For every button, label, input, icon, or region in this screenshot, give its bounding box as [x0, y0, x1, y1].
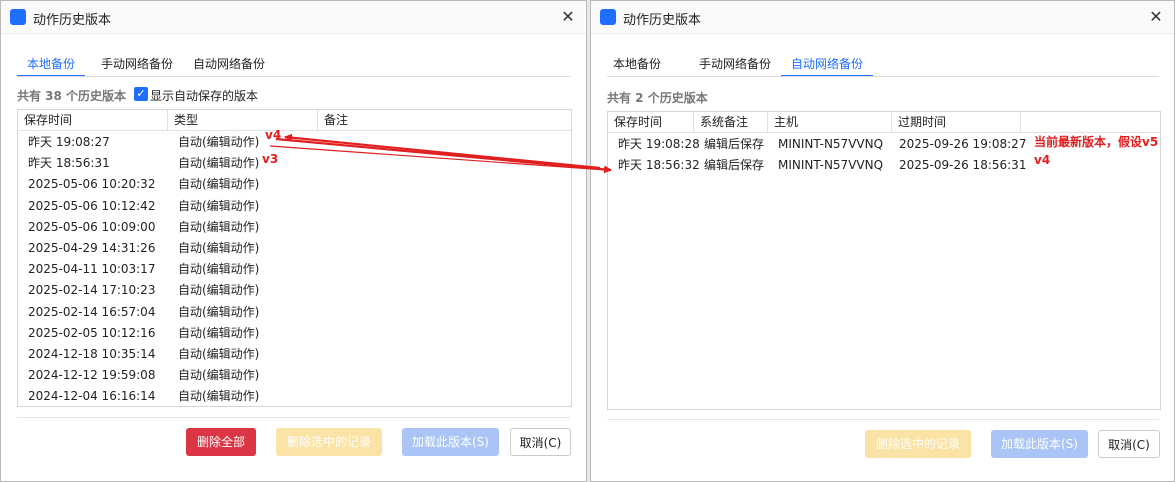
- load-version-button[interactable]: 加载此版本(S): [991, 430, 1088, 458]
- annotation-latest-right: 当前最新版本，假设v5: [1034, 135, 1159, 149]
- cell-save-time: 昨天 19:08:27: [28, 135, 110, 149]
- app-icon: [10, 9, 26, 25]
- cell-save-time: 2025-05-06 10:20:32: [28, 177, 156, 192]
- annotation-v4-right: v4: [1034, 153, 1051, 167]
- table-row[interactable]: 2024-12-12 19:59:08 自动(编辑动作): [18, 365, 571, 386]
- cell-type: 自动(编辑动作): [178, 304, 260, 319]
- cell-host: MININT-N57VVNQ: [778, 158, 884, 172]
- annotation-v4-left: v4: [265, 128, 282, 142]
- cell-save-time: 2025-02-14 16:57:04: [28, 304, 156, 319]
- cell-save-time: 2025-04-29 14:31:26: [28, 241, 156, 255]
- load-version-button[interactable]: 加载此版本(S): [402, 428, 499, 456]
- cell-save-time: 2024-12-04 16:16:14: [28, 389, 156, 404]
- tab-manual-network-backup[interactable]: 手动网络备份: [91, 53, 183, 75]
- table-row[interactable]: 昨天 18:56:32 编辑后保存 MININT-N57VVNQ 2025-09-26…: [608, 155, 1160, 176]
- cell-expire-time: 2025-09-26 18:56:31: [899, 158, 1027, 172]
- cell-type: 自动(编辑动作): [178, 177, 260, 192]
- close-icon[interactable]: ✕: [558, 7, 578, 27]
- cell-type: 自动(编辑动作): [178, 156, 260, 171]
- table-row[interactable]: 2024-12-04 16:16:14 自动(编辑动作): [18, 386, 571, 406]
- cell-save-time: 2025-02-05 10:12:16: [28, 325, 156, 340]
- cell-type: 自动(编辑动作): [178, 347, 260, 361]
- col-empty: [1021, 112, 1160, 132]
- table-row[interactable]: 2025-04-11 10:03:17 自动(编辑动作): [18, 259, 571, 280]
- col-host[interactable]: 主机: [768, 112, 892, 132]
- cell-system-note: 编辑后保存: [704, 158, 765, 172]
- cell-expire-time: 2025-09-26 19:08:27: [899, 137, 1027, 151]
- cell-type: 自动(编辑动作): [178, 241, 260, 255]
- cancel-button[interactable]: 取消(C): [1098, 430, 1160, 458]
- close-icon[interactable]: ✕: [1146, 7, 1166, 27]
- table-header: 保存时间 类型 备注: [18, 110, 571, 131]
- title-bar[interactable]: 动作历史版本 ✕: [1, 1, 586, 34]
- history-dialog-local: 动作历史版本 ✕ 本地备份 手动网络备份 自动网络备份 共有 38 个历史版本 …: [0, 0, 587, 482]
- footer-divider: [607, 419, 1159, 420]
- delete-selected-button[interactable]: 删除选中的记录: [865, 430, 971, 458]
- title-bar[interactable]: 动作历史版本 ✕: [591, 1, 1174, 34]
- table-row[interactable]: 2025-05-06 10:12:42 自动(编辑动作): [18, 196, 571, 217]
- col-save-time[interactable]: 保存时间: [608, 112, 694, 132]
- footer-divider: [17, 417, 570, 418]
- cancel-button[interactable]: 取消(C): [510, 428, 571, 456]
- cell-type: 自动(编辑动作): [178, 219, 260, 234]
- cell-save-time: 2025-05-06 10:12:42: [28, 198, 156, 213]
- col-expire-time[interactable]: 过期时间: [892, 112, 1021, 132]
- table-row[interactable]: 2025-04-29 14:31:26 自动(编辑动作): [18, 238, 571, 259]
- cell-type: 自动(编辑动作): [178, 389, 260, 404]
- table-row[interactable]: 昨天 19:08:27 自动(编辑动作): [18, 132, 571, 153]
- tab-bar: 本地备份 手动网络备份 自动网络备份: [17, 53, 577, 77]
- version-count: 共有 2 个历史版本: [607, 91, 708, 105]
- tab-local-backup[interactable]: 本地备份: [607, 53, 667, 75]
- version-count: 共有 38 个历史版本: [17, 89, 127, 103]
- cell-save-time: 昨天 18:56:31: [28, 156, 110, 171]
- cell-type: 自动(编辑动作): [178, 325, 260, 340]
- table-row[interactable]: 2025-02-14 17:10:23 自动(编辑动作): [18, 280, 571, 301]
- col-note[interactable]: 备注: [318, 110, 571, 130]
- delete-all-button[interactable]: 删除全部: [186, 428, 256, 456]
- dialog-title: 动作历史版本: [623, 13, 702, 28]
- delete-selected-button[interactable]: 删除选中的记录: [276, 428, 382, 456]
- table-row[interactable]: 2025-05-06 10:20:32 自动(编辑动作): [18, 174, 571, 195]
- table-row[interactable]: 2025-02-05 10:12:16 自动(编辑动作): [18, 323, 571, 344]
- tab-divider: [17, 76, 571, 77]
- cell-save-time: 2024-12-12 19:59:08: [28, 368, 156, 383]
- cell-save-time: 2025-05-06 10:09:00: [28, 219, 156, 234]
- tab-bar: 本地备份 手动网络备份 自动网络备份: [607, 53, 1167, 77]
- cell-save-time: 昨天 18:56:32: [618, 158, 700, 172]
- cell-system-note: 编辑后保存: [704, 137, 765, 151]
- show-autosave-label: 显示自动保存的版本: [150, 89, 259, 103]
- cell-type: 自动(编辑动作): [178, 283, 260, 298]
- cell-type: 自动(编辑动作): [178, 198, 260, 213]
- col-save-time[interactable]: 保存时间: [18, 110, 168, 130]
- tab-manual-network-backup[interactable]: 手动网络备份: [689, 53, 781, 75]
- tab-local-backup[interactable]: 本地备份: [17, 53, 85, 77]
- tab-divider: [607, 76, 1159, 77]
- cell-save-time: 2025-02-14 17:10:23: [28, 283, 156, 298]
- cell-save-time: 2024-12-18 10:35:14: [28, 347, 156, 361]
- version-table: 保存时间 系统备注 主机 过期时间 昨天 19:08:28 编辑后保存 MININT…: [607, 111, 1161, 410]
- cell-host: MININT-N57VVNQ: [778, 137, 884, 151]
- table-header: 保存时间 系统备注 主机 过期时间: [608, 112, 1160, 133]
- col-type[interactable]: 类型: [168, 110, 318, 130]
- cell-type: 自动(编辑动作): [178, 135, 260, 149]
- col-system-note[interactable]: 系统备注: [694, 112, 768, 132]
- history-dialog-auto-network: 动作历史版本 ✕ 本地备份 手动网络备份 自动网络备份 共有 2 个历史版本 保…: [590, 0, 1175, 482]
- tab-auto-network-backup[interactable]: 自动网络备份: [183, 53, 275, 75]
- cell-save-time: 2025-04-11 10:03:17: [28, 262, 156, 277]
- table-row[interactable]: 昨天 18:56:31 自动(编辑动作): [18, 153, 571, 174]
- version-table: 保存时间 类型 备注 昨天 19:08:27 自动(编辑动作) 昨天 18:56:3…: [17, 109, 572, 407]
- cell-save-time: 昨天 19:08:28: [618, 137, 700, 151]
- table-row[interactable]: 2025-02-14 16:57:04 自动(编辑动作): [18, 302, 571, 323]
- annotation-v3-left: v3: [262, 152, 279, 166]
- tab-auto-network-backup[interactable]: 自动网络备份: [781, 53, 873, 77]
- table-row[interactable]: 2024-12-18 10:35:14 自动(编辑动作): [18, 344, 571, 365]
- dialog-title: 动作历史版本: [33, 13, 112, 28]
- show-autosave-checkbox[interactable]: ✓: [134, 87, 148, 101]
- cell-type: 自动(编辑动作): [178, 368, 260, 383]
- table-row[interactable]: 2025-05-06 10:09:00 自动(编辑动作): [18, 217, 571, 238]
- app-icon: [600, 9, 616, 25]
- cell-type: 自动(编辑动作): [178, 262, 260, 277]
